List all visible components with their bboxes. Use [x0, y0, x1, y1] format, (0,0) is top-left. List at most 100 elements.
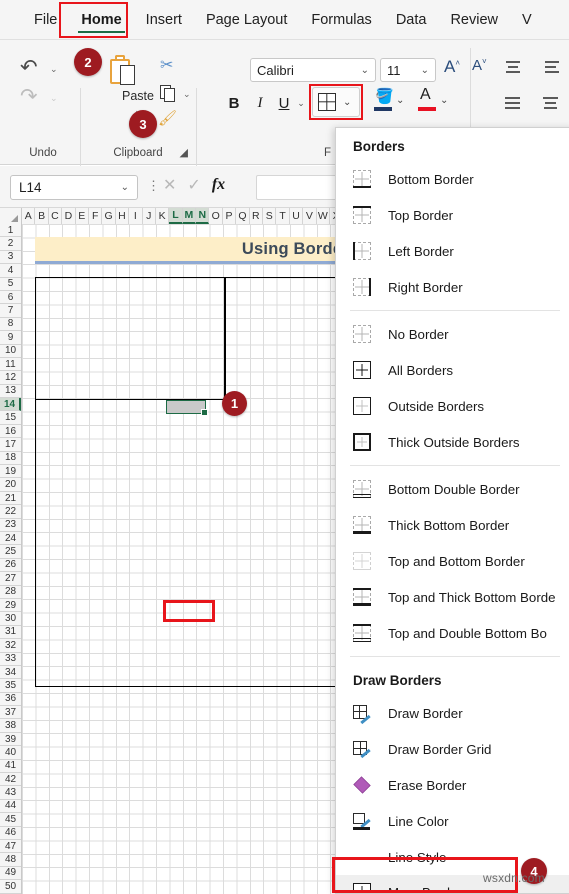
menu-item-outside-borders[interactable]: Outside Borders [336, 388, 569, 424]
column-header-B[interactable]: B [35, 208, 49, 224]
scissors-icon[interactable]: ✂ [160, 55, 173, 75]
row-header-33[interactable]: 33 [0, 652, 21, 666]
menu-item-right-border[interactable]: Right Border [336, 269, 569, 305]
menu-item-draw-border-grid[interactable]: Draw Border Grid [336, 731, 569, 767]
column-header-J[interactable]: J [142, 208, 156, 224]
font-size-combo[interactable]: 11 ⌄ [380, 58, 436, 82]
enter-check-icon[interactable]: ✓ [187, 175, 200, 195]
font-color-icon[interactable]: A [418, 86, 438, 113]
clipboard-dialog-launcher-icon[interactable]: ◢ [180, 146, 188, 159]
row-header-50[interactable]: 50 [0, 880, 21, 894]
row-header-49[interactable]: 49 [0, 866, 21, 881]
name-box[interactable]: L14 ⌄ [10, 175, 138, 200]
tab-insert[interactable]: Insert [134, 0, 194, 40]
row-header-45[interactable]: 45 [0, 813, 21, 827]
row-header-48[interactable]: 48 [0, 853, 21, 867]
row-header-41[interactable]: 41 [0, 759, 21, 774]
column-header-H[interactable]: H [115, 208, 130, 224]
menu-item-draw-border[interactable]: Draw Border [336, 695, 569, 731]
row-header-27[interactable]: 27 [0, 572, 21, 586]
align-center-icon[interactable] [542, 95, 560, 111]
row-header-30[interactable]: 30 [0, 612, 21, 626]
menu-item-top-and-thick-bottom-border[interactable]: Top and Thick Bottom Borde [336, 579, 569, 615]
bold-button[interactable]: B [224, 90, 244, 116]
row-header-42[interactable]: 42 [0, 773, 21, 787]
row-header-26[interactable]: 26 [0, 558, 21, 573]
formula-bar-grip[interactable]: ⋮ [147, 178, 160, 194]
column-header-K[interactable]: K [155, 208, 170, 224]
tab-file[interactable]: File [22, 0, 69, 40]
column-header-G[interactable]: G [102, 208, 116, 224]
row-header-31[interactable]: 31 [0, 625, 21, 640]
tab-data[interactable]: Data [384, 0, 439, 40]
active-cell[interactable] [166, 400, 208, 415]
font-color-chevron-down-icon[interactable]: ⌄ [440, 95, 448, 106]
tab-review[interactable]: Review [438, 0, 510, 40]
row-header-23[interactable]: 23 [0, 518, 21, 532]
undo-chevron-down-icon[interactable]: ⌄ [50, 64, 58, 75]
increase-font-size-icon[interactable]: A˄ [444, 57, 460, 77]
italic-button[interactable]: I [250, 90, 270, 116]
copy-chevron-down-icon[interactable]: ⌄ [183, 89, 191, 100]
column-header-C[interactable]: C [48, 208, 63, 224]
menu-item-line-color[interactable]: Line Color [336, 803, 569, 839]
menu-item-top-border[interactable]: Top Border [336, 197, 569, 233]
row-header-37[interactable]: 37 [0, 706, 21, 720]
row-header-2[interactable]: 2 [0, 237, 21, 251]
underline-button[interactable]: U [274, 90, 294, 116]
tab-view[interactable]: V [510, 0, 544, 40]
tab-home[interactable]: Home [69, 0, 133, 40]
insert-function-icon[interactable]: fx [212, 176, 225, 194]
column-header-D[interactable]: D [62, 208, 76, 224]
menu-item-all-borders[interactable]: All Borders [336, 352, 569, 388]
row-header-47[interactable]: 47 [0, 839, 21, 854]
menu-item-bottom-border[interactable]: Bottom Border [336, 161, 569, 197]
row-header-16[interactable]: 16 [0, 424, 21, 439]
borders-button[interactable]: ⌄ [312, 87, 360, 117]
column-header-W[interactable]: W [316, 208, 330, 224]
row-header-44[interactable]: 44 [0, 799, 21, 814]
column-header-P[interactable]: P [222, 208, 237, 224]
row-header-36[interactable]: 36 [0, 692, 21, 707]
row-header-3[interactable]: 3 [0, 250, 21, 265]
row-header-25[interactable]: 25 [0, 545, 21, 559]
select-all-corner-icon[interactable] [0, 208, 22, 224]
column-header-I[interactable]: I [129, 208, 143, 224]
row-header-22[interactable]: 22 [0, 505, 21, 519]
row-header-34[interactable]: 34 [0, 665, 21, 680]
row-header-24[interactable]: 24 [0, 531, 21, 546]
menu-item-erase-border[interactable]: Erase Border [336, 767, 569, 803]
tab-formulas[interactable]: Formulas [299, 0, 383, 40]
row-header-19[interactable]: 19 [0, 465, 21, 479]
row-header-38[interactable]: 38 [0, 719, 21, 733]
column-header-F[interactable]: F [88, 208, 103, 224]
row-header-17[interactable]: 17 [0, 438, 21, 452]
column-header-R[interactable]: R [249, 208, 264, 224]
undo-arrow-icon[interactable]: ↶ [20, 55, 38, 80]
row-header-12[interactable]: 12 [0, 371, 21, 385]
column-header-U[interactable]: U [289, 208, 304, 224]
menu-item-thick-bottom-border[interactable]: Thick Bottom Border [336, 507, 569, 543]
column-header-A[interactable]: A [22, 208, 36, 224]
menu-item-bottom-double-border[interactable]: Bottom Double Border [336, 471, 569, 507]
row-header-35[interactable]: 35 [0, 679, 21, 693]
row-header-18[interactable]: 18 [0, 451, 21, 466]
paste-icon[interactable] [110, 55, 136, 85]
row-header-40[interactable]: 40 [0, 746, 21, 760]
row-header-4[interactable]: 4 [0, 264, 21, 278]
row-header-43[interactable]: 43 [0, 786, 21, 800]
underline-chevron-down-icon[interactable]: ⌄ [294, 90, 308, 116]
fill-color-chevron-down-icon[interactable]: ⌄ [396, 95, 404, 106]
menu-item-no-border[interactable]: No Border [336, 316, 569, 352]
cancel-x-icon[interactable]: ✕ [163, 175, 176, 195]
row-header-39[interactable]: 39 [0, 732, 21, 747]
fill-color-icon[interactable]: 🪣 [374, 88, 394, 113]
align-top-icon[interactable] [504, 59, 522, 75]
row-header-28[interactable]: 28 [0, 585, 21, 599]
tab-page-layout[interactable]: Page Layout [194, 0, 299, 40]
row-header-20[interactable]: 20 [0, 478, 21, 492]
column-header-V[interactable]: V [303, 208, 317, 224]
row-header-5[interactable]: 5 [0, 277, 21, 291]
row-header-1[interactable]: 1 [0, 224, 21, 238]
menu-item-top-and-bottom-border[interactable]: Top and Bottom Border [336, 543, 569, 579]
